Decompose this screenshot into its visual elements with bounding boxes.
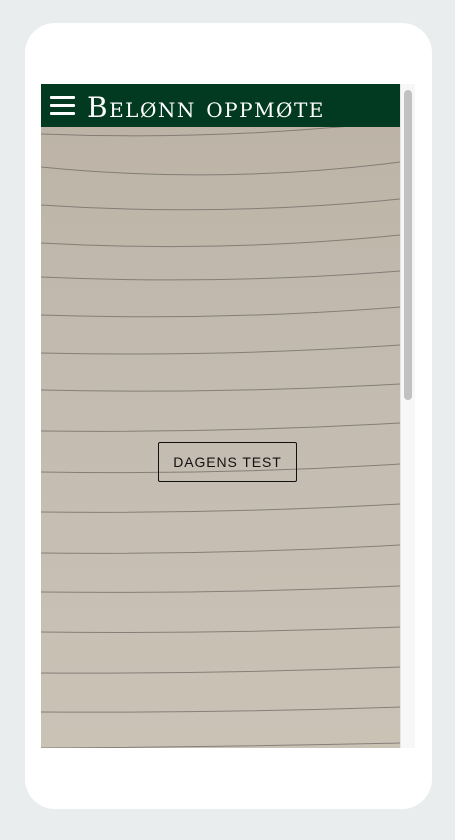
page-viewport: Belønn oppmøte DAGENS TEST — [41, 84, 400, 748]
hamburger-menu-icon[interactable] — [50, 96, 75, 115]
scrollbar-thumb[interactable] — [404, 90, 412, 400]
app-screen: Belønn oppmøte DAGENS TEST — [41, 84, 415, 748]
paper-lines — [41, 127, 400, 748]
app-title: Belønn oppmøte — [87, 91, 325, 124]
daily-test-button[interactable]: DAGENS TEST — [158, 442, 297, 482]
vertical-scrollbar[interactable] — [400, 84, 415, 748]
notebook-paper-background — [41, 127, 400, 748]
app-header: Belønn oppmøte — [41, 84, 400, 127]
